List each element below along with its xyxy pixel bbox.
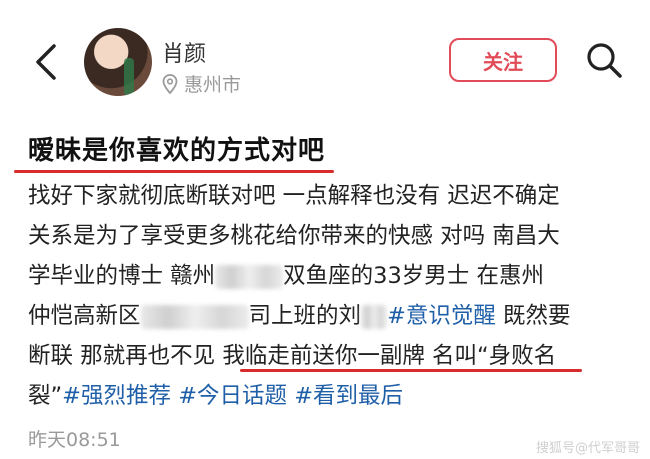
search-icon [587, 43, 622, 78]
body-line: 仲恺高新区 司上班的刘 #意识觉醒 既然要 [28, 296, 628, 336]
back-button[interactable] [28, 38, 64, 86]
body-line: 关系是为了享受更多桃花给你带来的快感 对吗 南昌大 [28, 216, 628, 256]
body-text: 既然要 [495, 303, 571, 329]
body-text: 找好下家就彻底断联对吧 一点解释也没有 迟迟不确定 [28, 183, 560, 209]
body-line: 找好下家就彻底断联对吧 一点解释也没有 迟迟不确定 [28, 176, 628, 216]
title-underline [14, 170, 334, 173]
post-header: 肖颜 惠州市 关注 [0, 0, 650, 108]
body-text: 仲恺高新区 [28, 303, 141, 329]
body-text: 司上班的刘 [248, 303, 362, 329]
redacted-blur [215, 264, 284, 289]
body-text: 双鱼座的33岁男士 在惠州 [283, 263, 544, 289]
hashtag-link[interactable]: #意识觉醒 [387, 303, 496, 329]
post-timestamp: 昨天08:51 [28, 429, 121, 451]
body-line: 裂”#强烈推荐 #今日话题 #看到最后 [28, 376, 628, 416]
post-title: 暧昧是你喜欢的方式对吧 [28, 136, 326, 166]
hashtag-link[interactable]: #看到最后 [294, 383, 403, 409]
redacted-blur [361, 304, 388, 329]
location-label: 惠州市 [184, 74, 242, 96]
chevron-left-icon [36, 44, 56, 80]
redacted-blur [140, 304, 249, 329]
follow-button[interactable]: 关注 [449, 38, 557, 82]
hashtag-link[interactable]: #强烈推荐 [62, 383, 171, 409]
avatar[interactable] [84, 28, 152, 96]
highlight-underline [240, 369, 582, 372]
watermark: 搜狐号@代军哥哥 [535, 441, 640, 456]
highlighted-text: 我临走前送你一副牌 名叫“身败名 [222, 343, 557, 369]
hashtag-link[interactable]: #今日话题 [178, 383, 287, 409]
location: 惠州市 [162, 70, 241, 97]
body-line: 学毕业的博士 赣州 双鱼座的33岁男士 在惠州 [28, 256, 628, 296]
search-button[interactable] [584, 40, 624, 80]
body-text: 断联 那就再也不见 [28, 343, 223, 369]
username[interactable]: 肖颜 [162, 36, 206, 68]
body-text: 关系是为了享受更多桃花给你带来的快感 对吗 南昌大 [28, 223, 560, 249]
body-text: 学毕业的博士 赣州 [28, 263, 216, 289]
location-pin-icon [162, 73, 178, 94]
post-body: 找好下家就彻底断联对吧 一点解释也没有 迟迟不确定 关系是为了享受更多桃花给你带… [28, 176, 628, 416]
body-text: 裂” [28, 383, 63, 409]
